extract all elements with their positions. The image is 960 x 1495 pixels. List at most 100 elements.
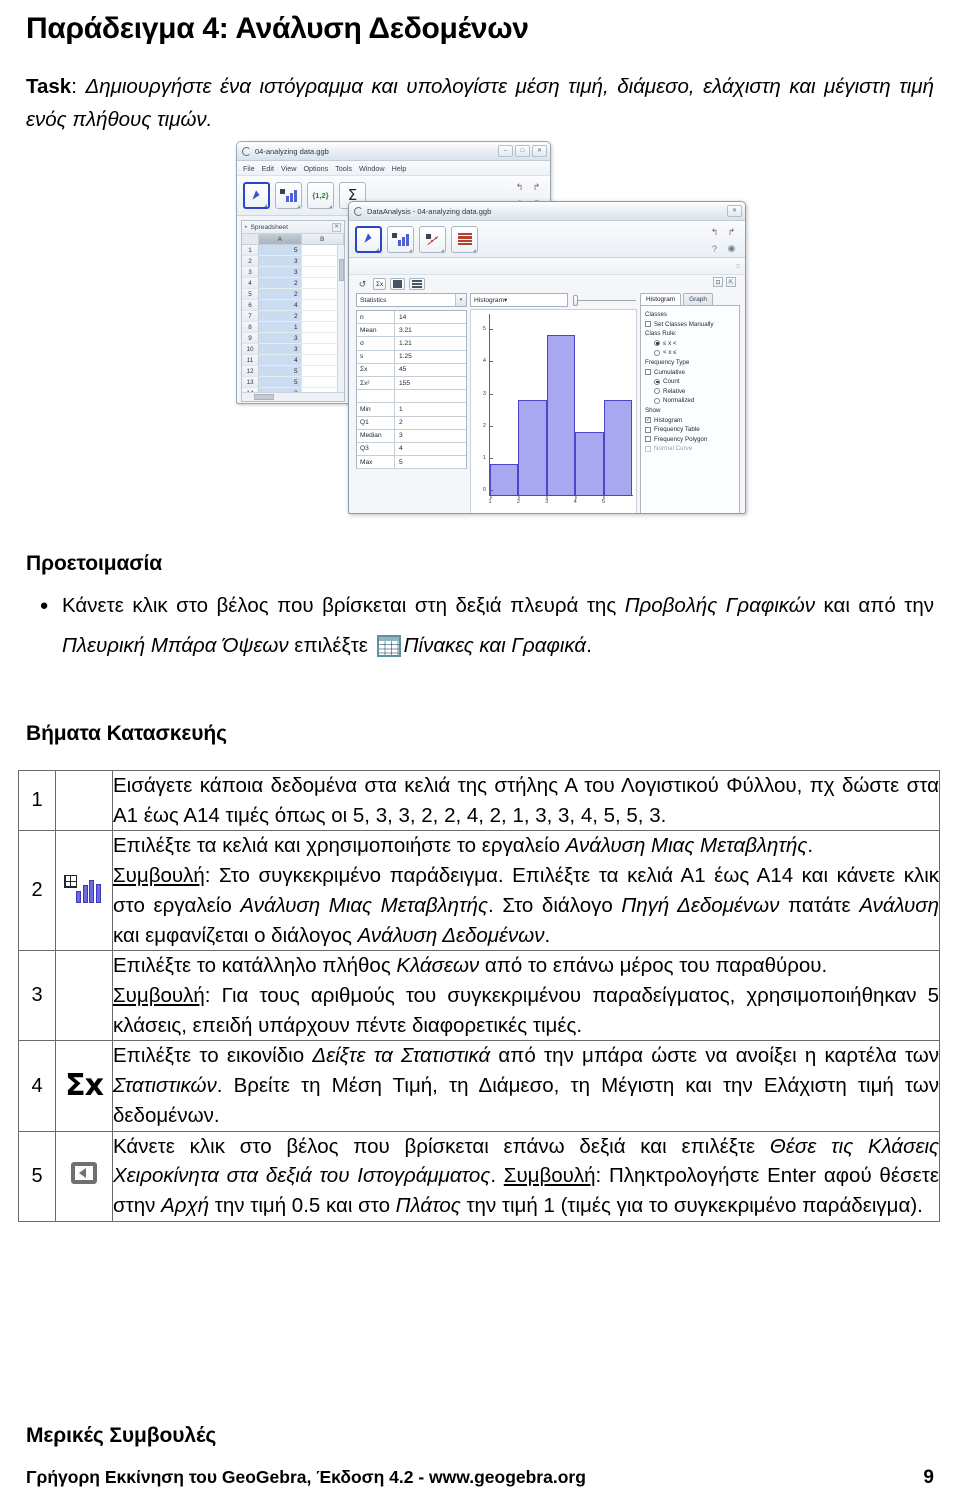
frequency-option-normalized[interactable]: Normalized — [654, 397, 735, 404]
row-header[interactable]: 12 — [242, 366, 259, 377]
menu-help[interactable]: Help — [392, 164, 407, 173]
plot-type-dropdown[interactable]: Histogram ▾ — [470, 293, 568, 307]
show-histogram-row[interactable]: ✓ Histogram — [645, 417, 735, 424]
cell-a[interactable]: 5 — [259, 245, 302, 256]
cell-a[interactable]: 3 — [259, 344, 302, 355]
cell-a[interactable]: 2 — [259, 311, 302, 322]
scrollbar-thumb[interactable] — [339, 259, 344, 281]
resize-handle-icon[interactable]: ⁝⁝ — [736, 263, 740, 270]
spreadsheet-row[interactable]: 42 — [242, 278, 344, 289]
spreadsheet-grid[interactable]: A B 152333425264728193103114125135143 — [242, 234, 344, 399]
slider-knob[interactable] — [573, 294, 578, 306]
menu-view[interactable]: View — [281, 164, 296, 173]
chevron-down-icon[interactable]: ▾ — [504, 296, 507, 304]
radio-icon[interactable] — [654, 349, 660, 356]
cumulative-row[interactable]: Cumulative — [645, 369, 735, 376]
checkbox-icon[interactable] — [645, 436, 651, 443]
settings-icon[interactable]: ⊡ — [713, 277, 723, 287]
row-header[interactable]: 4 — [242, 278, 259, 289]
redo-icon[interactable]: ↱ — [725, 226, 738, 239]
column-header-a[interactable]: A — [259, 234, 302, 245]
radio-icon[interactable] — [654, 378, 660, 385]
collapse-panel-icon[interactable]: ⇱ — [726, 277, 736, 287]
spreadsheet-row[interactable]: 33 — [242, 267, 344, 278]
move-tool-button[interactable] — [243, 182, 270, 209]
menu-window[interactable]: Window — [359, 164, 385, 173]
cell-a[interactable]: 2 — [259, 289, 302, 300]
menu-edit[interactable]: Edit — [262, 164, 274, 173]
tab-histogram[interactable]: Histogram — [640, 293, 682, 305]
radio-icon[interactable] — [654, 340, 660, 347]
statistics-dropdown[interactable]: Statistics ▾ — [356, 293, 467, 307]
spreadsheet-row[interactable]: 11 4 — [242, 355, 344, 366]
row-header[interactable]: 6 — [242, 300, 259, 311]
cell-a[interactable]: 5 — [259, 366, 302, 377]
cell-a[interactable]: 3 — [259, 267, 302, 278]
spreadsheet-row[interactable]: 15 — [242, 245, 344, 256]
show-frequency-polygon-row[interactable]: Frequency Polygon — [645, 436, 735, 443]
show-data-button[interactable] — [390, 278, 406, 290]
spreadsheet-row[interactable]: 10 3 — [242, 344, 344, 355]
two-variable-regression-tool-button[interactable] — [419, 225, 446, 253]
menu-file[interactable]: File — [243, 164, 255, 173]
frequency-option-count[interactable]: Count — [654, 378, 735, 385]
chevron-down-icon[interactable]: ▾ — [455, 294, 466, 306]
redo-icon[interactable]: ↱ — [530, 181, 543, 194]
show-plot2-button[interactable] — [409, 278, 426, 290]
row-header[interactable]: 2 — [242, 256, 259, 267]
spreadsheet-row[interactable]: 93 — [242, 333, 344, 344]
radio-icon[interactable] — [654, 397, 660, 404]
minimize-button[interactable]: – — [498, 145, 513, 157]
close-button[interactable]: ✕ — [532, 145, 547, 157]
spreadsheet-horizontal-scrollbar[interactable] — [242, 392, 344, 401]
row-header[interactable]: 7 — [242, 311, 259, 322]
chevron-right-icon[interactable]: ▸ — [245, 224, 248, 230]
spreadsheet-row[interactable]: 81 — [242, 322, 344, 333]
multi-variable-analysis-tool-button[interactable] — [451, 225, 478, 253]
spreadsheet-row[interactable]: 52 — [242, 289, 344, 300]
cell-a[interactable]: 5 — [259, 377, 302, 388]
refresh-icon[interactable]: ↺ — [356, 278, 369, 290]
cell-a[interactable]: 3 — [259, 333, 302, 344]
cell-a[interactable]: 2 — [259, 278, 302, 289]
cell-a[interactable]: 3 — [259, 256, 302, 267]
row-header[interactable]: 3 — [242, 267, 259, 278]
checkbox-icon[interactable] — [645, 426, 651, 433]
row-header[interactable]: 9 — [242, 333, 259, 344]
cell-a[interactable]: 4 — [259, 355, 302, 366]
spreadsheet-row[interactable]: 64 — [242, 300, 344, 311]
radio-icon[interactable] — [654, 388, 660, 395]
class-rule-option-1[interactable]: ≤ x < — [654, 340, 735, 347]
close-button[interactable]: ✕ — [727, 205, 742, 217]
move-tool-button[interactable] — [355, 225, 382, 253]
spreadsheet-row[interactable]: 23 — [242, 256, 344, 267]
show-frequency-table-row[interactable]: Frequency Table — [645, 426, 735, 433]
spreadsheet-row[interactable]: 72 — [242, 311, 344, 322]
maximize-button[interactable]: □ — [515, 145, 530, 157]
menu-tools[interactable]: Tools — [335, 164, 352, 173]
checkbox-icon[interactable] — [645, 321, 651, 328]
spreadsheet-row[interactable]: 12 5 — [242, 366, 344, 377]
help-icon[interactable]: ? — [708, 242, 721, 255]
list-tool-button[interactable]: {1,2} — [307, 182, 334, 209]
row-header[interactable]: 1 — [242, 245, 259, 256]
row-header[interactable]: 5 — [242, 289, 259, 300]
checkbox-icon[interactable]: ✓ — [645, 417, 651, 424]
histogram-chart[interactable]: 0 1 2 3 4 5 1 2 3 4 5 — [470, 309, 637, 513]
one-variable-analysis-tool-button[interactable] — [275, 182, 302, 209]
classes-slider[interactable] — [572, 294, 636, 307]
one-variable-analysis-tool-button[interactable] — [387, 225, 414, 253]
scrollbar-thumb[interactable] — [254, 394, 274, 400]
spreadsheet-row[interactable]: 13 5 — [242, 377, 344, 388]
undo-icon[interactable]: ↰ — [513, 181, 526, 194]
undo-icon[interactable]: ↰ — [708, 226, 721, 239]
frequency-option-relative[interactable]: Relative — [654, 388, 735, 395]
row-header[interactable]: 8 — [242, 322, 259, 333]
cell-a[interactable]: 1 — [259, 322, 302, 333]
row-header[interactable]: 11 — [242, 355, 259, 366]
column-header-b[interactable]: B — [301, 234, 344, 245]
class-rule-option-2[interactable]: < x ≤ — [654, 349, 735, 356]
checkbox-icon[interactable] — [645, 369, 651, 376]
info-icon[interactable]: ◉ — [725, 242, 738, 255]
tab-graph[interactable]: Graph — [683, 293, 713, 305]
